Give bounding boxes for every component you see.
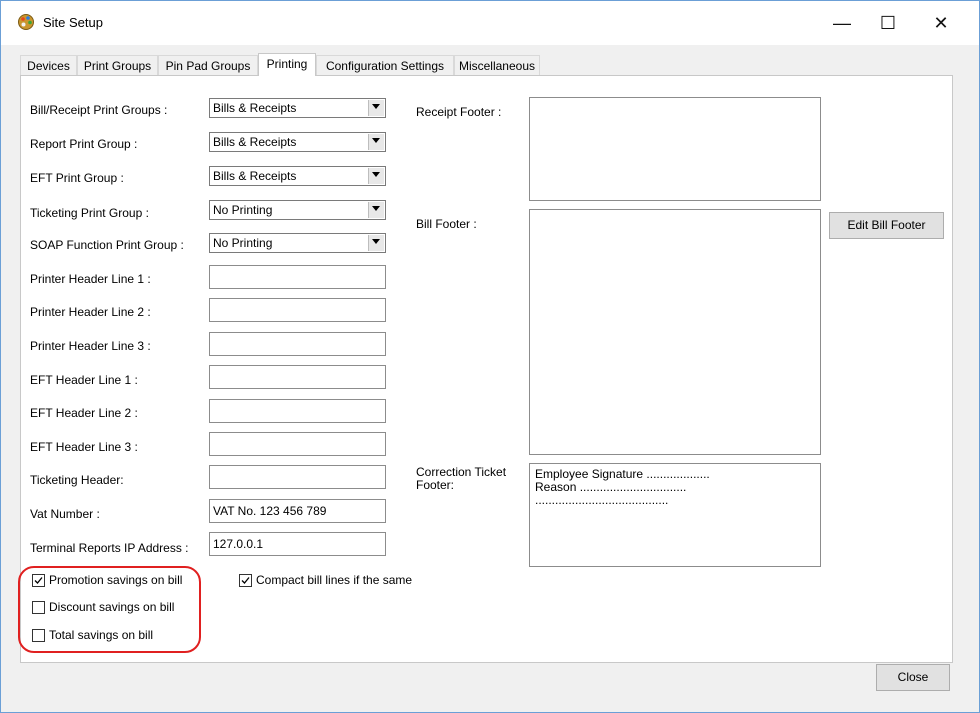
terminal-reports-ip-label: Terminal Reports IP Address : — [30, 541, 189, 555]
vat-number-input[interactable]: VAT No. 123 456 789 — [209, 499, 386, 523]
dropdown-arrow-icon[interactable] — [368, 100, 384, 116]
discount-savings-label[interactable]: Discount savings on bill — [49, 600, 174, 614]
terminal-reports-ip-input[interactable]: 127.0.0.1 — [209, 532, 386, 556]
eft-header-line-3-label: EFT Header Line 3 : — [30, 440, 138, 454]
compact-bill-lines-checkbox[interactable] — [239, 574, 252, 587]
bill-footer-textarea[interactable] — [529, 209, 821, 455]
eft-header-line-2-input[interactable] — [209, 399, 386, 423]
ticketing-print-group-label: Ticketing Print Group : — [30, 206, 149, 220]
tab-devices[interactable]: Devices — [20, 55, 77, 75]
select-value: No Printing — [213, 203, 273, 217]
dropdown-arrow-icon[interactable] — [368, 134, 384, 150]
close-window-button[interactable]: ✕ — [918, 1, 964, 45]
correction-ticket-footer-label-line2: Footer: — [416, 478, 455, 492]
soap-function-print-group-select[interactable]: No Printing — [209, 233, 386, 253]
correction-ticket-footer-label: Correction Ticket Footer: — [416, 466, 506, 492]
soap-function-print-group-label: SOAP Function Print Group : — [30, 238, 184, 252]
ticketing-header-input[interactable] — [209, 465, 386, 489]
promotion-savings-label[interactable]: Promotion savings on bill — [49, 573, 182, 587]
report-print-group-label: Report Print Group : — [30, 137, 138, 151]
select-value: Bills & Receipts — [213, 135, 297, 149]
eft-header-line-1-label: EFT Header Line 1 : — [30, 373, 138, 387]
tab-print-groups[interactable]: Print Groups — [77, 55, 158, 75]
bill-footer-label: Bill Footer : — [416, 217, 477, 231]
eft-header-line-3-input[interactable] — [209, 432, 386, 456]
compact-bill-lines-label[interactable]: Compact bill lines if the same — [256, 573, 412, 587]
tab-configuration-settings[interactable]: Configuration Settings — [316, 55, 454, 75]
tab-miscellaneous[interactable]: Miscellaneous — [454, 55, 540, 75]
discount-savings-checkbox[interactable] — [32, 601, 45, 614]
printer-header-line-2-label: Printer Header Line 2 : — [30, 305, 151, 319]
printer-header-line-3-label: Printer Header Line 3 : — [30, 339, 151, 353]
vat-number-label: Vat Number : — [30, 507, 100, 521]
receipt-footer-textarea[interactable] — [529, 97, 821, 201]
promotion-savings-checkbox[interactable] — [32, 574, 45, 587]
title-bar[interactable]: Site Setup — ☐ ✕ — [1, 1, 979, 45]
printing-panel: Bill/Receipt Print Groups : Bills & Rece… — [18, 75, 953, 663]
ticketing-print-group-select[interactable]: No Printing — [209, 200, 386, 220]
minimize-button[interactable]: — — [819, 1, 865, 45]
total-savings-checkbox[interactable] — [32, 629, 45, 642]
eft-print-group-label: EFT Print Group : — [30, 171, 124, 185]
maximize-button[interactable]: ☐ — [865, 1, 911, 45]
tab-pin-pad-groups[interactable]: Pin Pad Groups — [158, 55, 258, 75]
correction-ticket-footer-textarea[interactable]: Employee Signature ................... R… — [529, 463, 821, 567]
dropdown-arrow-icon[interactable] — [368, 168, 384, 184]
select-value: No Printing — [213, 236, 273, 250]
bill-receipt-print-groups-select[interactable]: Bills & Receipts — [209, 98, 386, 118]
report-print-group-select[interactable]: Bills & Receipts — [209, 132, 386, 152]
palette-icon — [17, 13, 35, 31]
window-title: Site Setup — [43, 15, 103, 30]
printer-header-line-3-input[interactable] — [209, 332, 386, 356]
printer-header-line-2-input[interactable] — [209, 298, 386, 322]
select-value: Bills & Receipts — [213, 169, 297, 183]
bill-receipt-print-groups-label: Bill/Receipt Print Groups : — [30, 103, 168, 117]
eft-header-line-2-label: EFT Header Line 2 : — [30, 406, 138, 420]
tab-printing[interactable]: Printing — [258, 53, 316, 76]
dropdown-arrow-icon[interactable] — [368, 235, 384, 251]
site-setup-window: Site Setup — ☐ ✕ Devices Print Groups Pi… — [0, 0, 980, 713]
printer-header-line-1-label: Printer Header Line 1 : — [30, 272, 151, 286]
ticketing-header-label: Ticketing Header: — [30, 473, 124, 487]
eft-header-line-1-input[interactable] — [209, 365, 386, 389]
select-value: Bills & Receipts — [213, 101, 297, 115]
total-savings-label[interactable]: Total savings on bill — [49, 628, 153, 642]
receipt-footer-label: Receipt Footer : — [416, 105, 502, 119]
close-button[interactable]: Close — [876, 664, 950, 691]
printer-header-line-1-input[interactable] — [209, 265, 386, 289]
edit-bill-footer-button[interactable]: Edit Bill Footer — [829, 212, 944, 239]
correction-footer-line: ........................................ — [535, 493, 669, 507]
eft-print-group-select[interactable]: Bills & Receipts — [209, 166, 386, 186]
dropdown-arrow-icon[interactable] — [368, 202, 384, 218]
